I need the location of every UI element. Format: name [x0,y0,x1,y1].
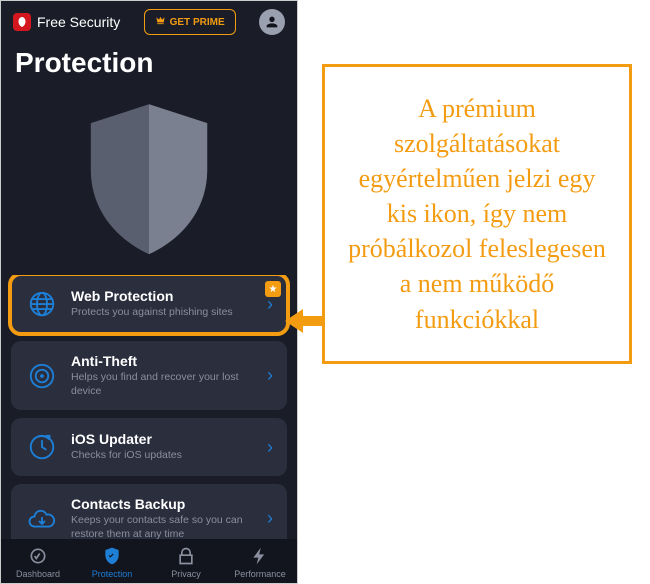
brand: Free Security [13,13,120,31]
tab-label: Privacy [171,569,201,579]
tab-label: Performance [234,569,286,579]
feature-card-web-protection[interactable]: Web Protection Protects you against phish… [11,275,287,333]
refresh-icon [25,430,59,464]
tab-performance-icon [249,545,271,567]
tab-label: Dashboard [16,569,60,579]
app-screen: Free Security GET PRIME Protection Web P… [0,0,298,584]
card-title: iOS Updater [71,431,255,447]
shield-icon [74,97,224,257]
feature-card-contacts-backup[interactable]: Contacts Backup Keeps your contacts safe … [11,484,287,539]
shield-graphic [1,87,297,275]
brand-name: Free Security [37,14,120,30]
tab-protection-icon [101,545,123,567]
card-subtitle: Helps you find and recover your lost dev… [71,371,255,398]
tab-privacy[interactable]: Privacy [149,545,223,579]
card-title: Contacts Backup [71,496,255,512]
feature-cards: Web Protection Protects you against phish… [1,275,297,539]
target-icon [25,359,59,393]
card-subtitle: Checks for iOS updates [71,449,255,463]
tab-bar: Dashboard Protection Privacy Performance [1,539,297,583]
globe-icon [25,287,59,321]
premium-star-icon: ★ [265,281,281,297]
tab-protection[interactable]: Protection [75,545,149,579]
card-subtitle: Protects you against phishing sites [71,306,255,320]
callout-box: A prémium szolgáltatásokat egyértelműen … [322,64,632,364]
card-text: Contacts Backup Keeps your contacts safe … [71,496,255,539]
card-text: iOS Updater Checks for iOS updates [71,431,255,463]
tab-performance[interactable]: Performance [223,545,297,579]
card-title: Web Protection [71,288,255,304]
tab-label: Protection [92,569,133,579]
chevron-right-icon: › [267,508,273,529]
brand-logo-icon [13,13,31,31]
get-prime-label: GET PRIME [170,17,225,28]
tab-privacy-icon [175,545,197,567]
tab-dashboard[interactable]: Dashboard [1,545,75,579]
feature-card-anti-theft[interactable]: Anti-Theft Helps you find and recover you… [11,341,287,410]
user-icon [264,14,280,30]
tab-dashboard-icon [27,545,49,567]
chevron-right-icon: › [267,365,273,386]
crown-icon [155,15,166,29]
card-text: Web Protection Protects you against phish… [71,288,255,320]
get-prime-button[interactable]: GET PRIME [144,9,236,35]
card-text: Anti-Theft Helps you find and recover you… [71,353,255,398]
card-title: Anti-Theft [71,353,255,369]
card-subtitle: Keeps your contacts safe so you can rest… [71,514,255,539]
callout-text: A prémium szolgáltatásokat egyértelműen … [343,91,611,337]
avatar-button[interactable] [259,9,285,35]
app-header: Free Security GET PRIME [1,1,297,43]
cloud-icon [25,502,59,536]
page-title: Protection [1,43,297,87]
feature-card-ios-updater[interactable]: iOS Updater Checks for iOS updates › [11,418,287,476]
chevron-right-icon: › [267,437,273,458]
